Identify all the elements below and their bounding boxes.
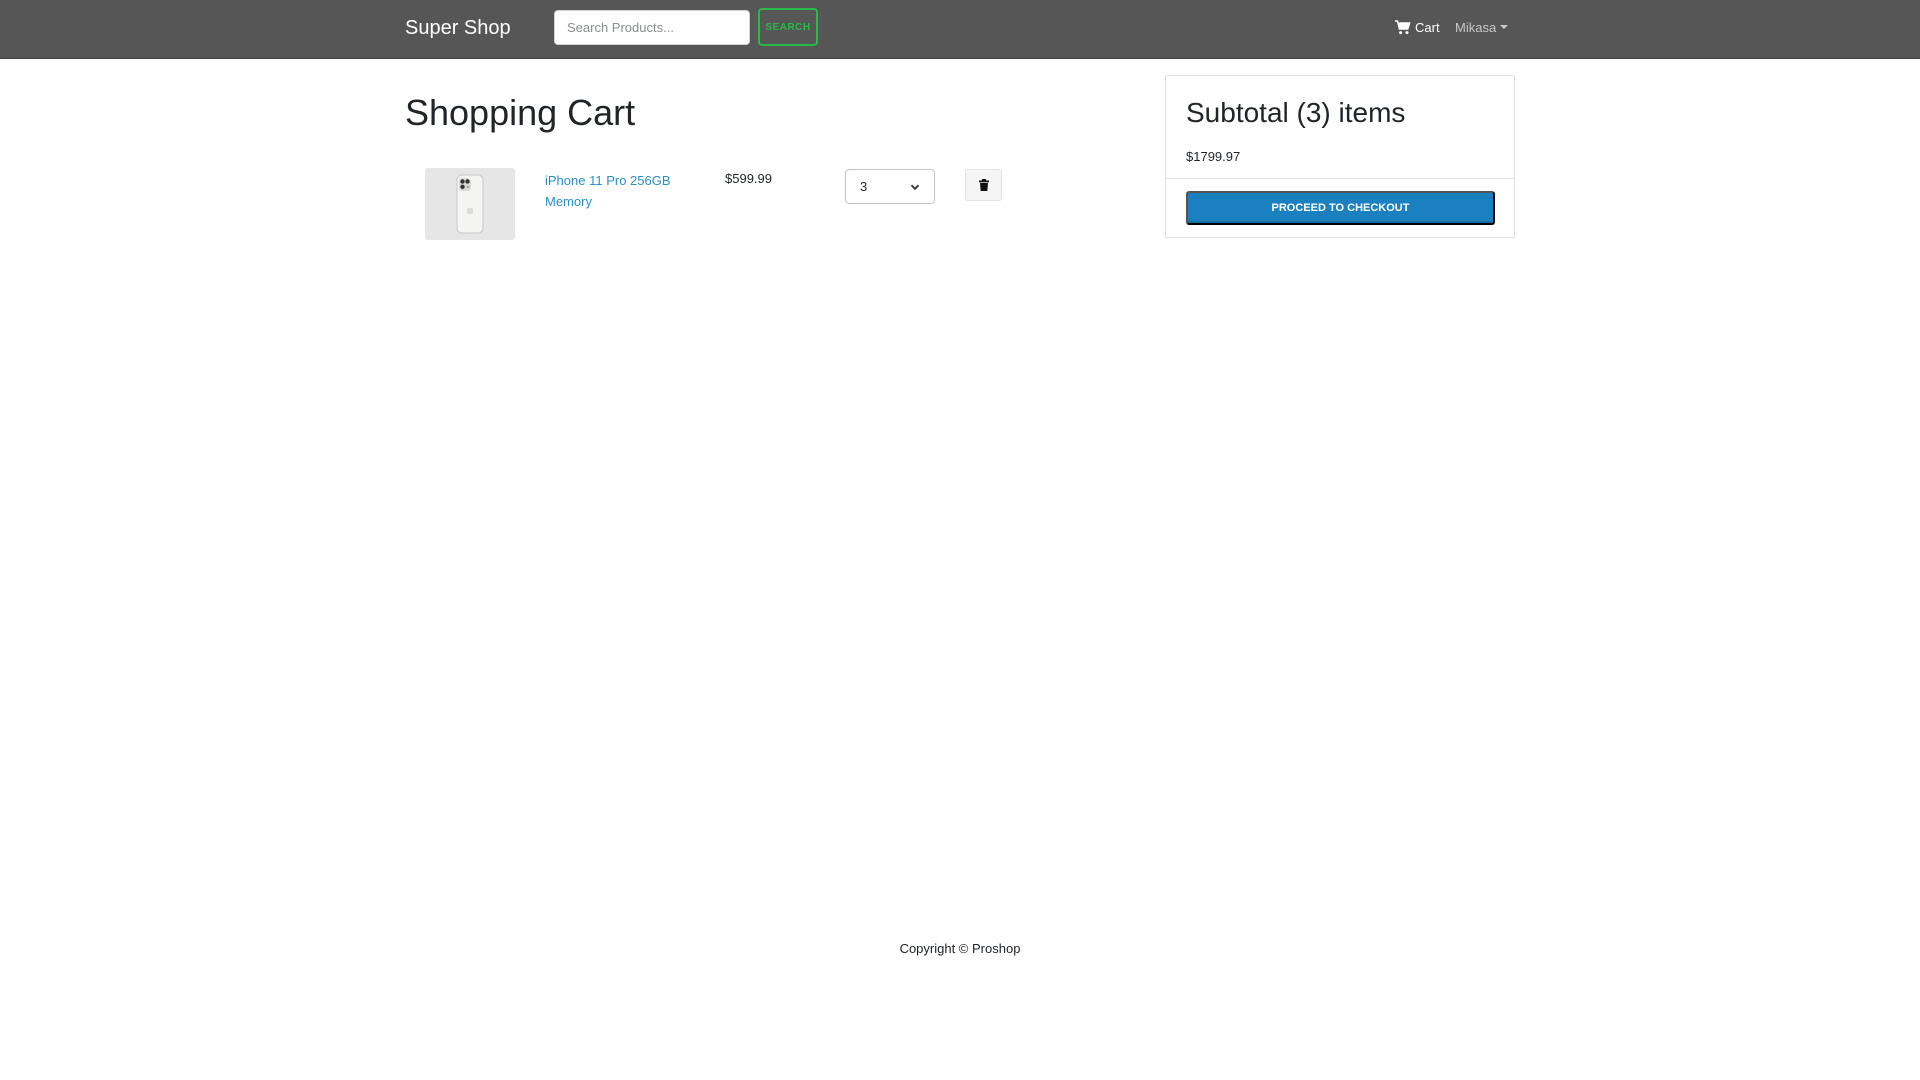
subtotal-amount: $1799.97	[1186, 149, 1241, 164]
proceed-to-checkout-button[interactable]: PROCEED TO CHECKOUT	[1186, 191, 1495, 225]
user-menu-dropdown[interactable]: Mikasa	[1455, 18, 1509, 36]
footer-copyright: Copyright © Proshop	[899, 941, 1021, 956]
user-name: Mikasa	[1455, 19, 1497, 35]
divider	[1166, 178, 1514, 179]
remove-item-button[interactable]	[965, 169, 1002, 201]
search-input[interactable]	[554, 10, 750, 45]
chevron-down-icon	[910, 184, 920, 190]
trash-icon	[978, 179, 989, 191]
chevron-down-icon	[1500, 25, 1509, 29]
brand-logo-link[interactable]: Super Shop	[405, 17, 511, 39]
phone-image-icon	[456, 174, 484, 234]
product-price: $599.99	[725, 171, 772, 186]
search-button[interactable]: SEARCH	[758, 8, 818, 46]
shopping-cart-icon	[1395, 19, 1411, 34]
page-title: Shopping Cart	[405, 92, 636, 133]
cart-item-row: iPhone 11 Pro 256GB Memory $599.99 3	[405, 168, 1055, 243]
order-summary-card: Subtotal (3) items $1799.97 PROCEED TO C…	[1165, 75, 1515, 238]
quantity-value: 3	[860, 179, 868, 194]
cart-nav-label: Cart	[1415, 19, 1440, 35]
subtotal-heading: Subtotal (3) items	[1186, 97, 1406, 128]
product-image	[425, 168, 515, 240]
quantity-select[interactable]: 3	[845, 169, 935, 204]
navbar: Super Shop SEARCH Cart Mikasa	[0, 0, 1920, 59]
cart-nav-link[interactable]: Cart	[1395, 18, 1440, 36]
product-name-link[interactable]: iPhone 11 Pro 256GB Memory	[545, 170, 695, 212]
